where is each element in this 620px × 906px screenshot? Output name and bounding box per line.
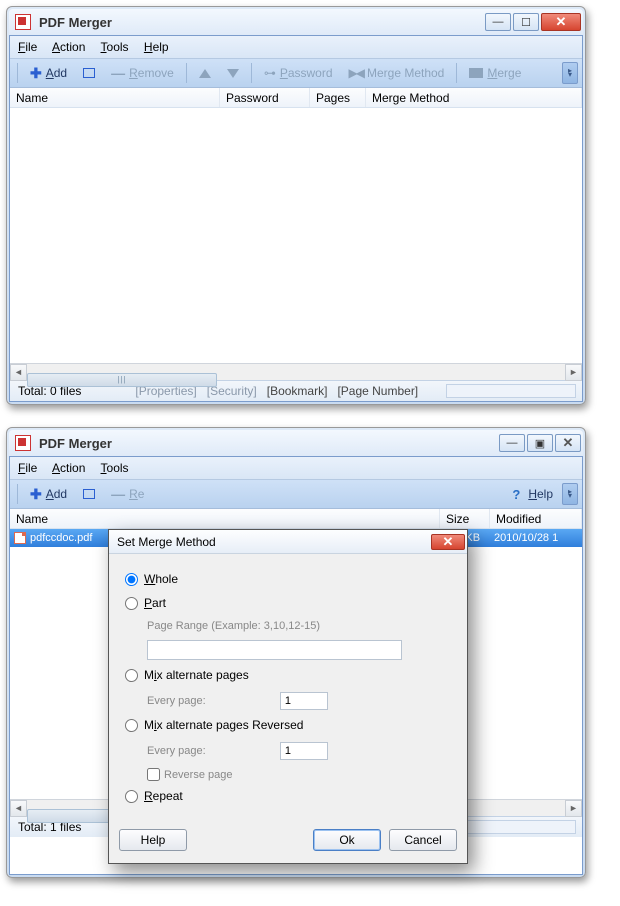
plus-icon: ✚: [30, 486, 42, 503]
merge-method-dialog: Set Merge Method ✕ Whole Part Page Range…: [108, 529, 468, 864]
col-merge-method[interactable]: Merge Method: [366, 88, 582, 107]
move-down-button[interactable]: [220, 62, 246, 84]
scroll-right[interactable]: ►: [565, 800, 582, 817]
h-scrollbar[interactable]: ◄ ||| ►: [10, 363, 582, 380]
col-password[interactable]: Password: [220, 88, 310, 107]
dialog-titlebar[interactable]: Set Merge Method ✕: [109, 530, 467, 554]
col-pages[interactable]: Pages: [310, 88, 366, 107]
folder-box-icon: [83, 489, 95, 499]
toolbar: ✚ Add — Remove ⊶ Password ▶◀ Merge Metho…: [10, 59, 582, 88]
main-window-with-dialog: PDF Merger — ▣ ✕ File Action Tools ✚ Add…: [6, 427, 586, 878]
minus-icon: —: [111, 486, 125, 502]
reverse-page-checkbox[interactable]: [147, 768, 160, 781]
toolbar: ✚ Add — Re ? Help ▸▾: [10, 480, 582, 509]
app-icon: [15, 435, 31, 451]
key-icon: ⊶: [264, 66, 276, 80]
every-page-label-2: Every page:: [147, 745, 206, 757]
remove-button[interactable]: — Re: [104, 483, 151, 505]
list-body-empty[interactable]: [10, 108, 582, 363]
col-name[interactable]: Name: [10, 509, 440, 528]
pdf-file-icon: [14, 532, 26, 544]
bowtie-icon: ▶◀: [349, 66, 363, 80]
radio-mix-alt-label: Mix alternate pages: [144, 668, 249, 682]
add-button[interactable]: ✚ Add: [23, 483, 74, 505]
add-folder-button[interactable]: [76, 62, 102, 84]
close-button[interactable]: ✕: [555, 434, 581, 452]
cell-modified: 2010/10/28 1: [494, 532, 558, 544]
plus-icon: ✚: [30, 65, 42, 82]
radio-whole[interactable]: [125, 573, 138, 586]
radio-part[interactable]: [125, 597, 138, 610]
menubar: File Action Tools: [10, 457, 582, 480]
radio-mix-alt-rev-label: Mix alternate pages Reversed: [144, 718, 303, 732]
minimize-button[interactable]: —: [499, 434, 525, 452]
scroll-right[interactable]: ►: [565, 364, 582, 381]
radio-repeat-label: Repeat: [144, 789, 183, 803]
reverse-page-label: Reverse page: [164, 769, 233, 781]
every-page-input-2[interactable]: [280, 742, 328, 760]
maximize-button[interactable]: ☐: [513, 13, 539, 31]
menu-file[interactable]: File: [18, 40, 37, 54]
menu-tools[interactable]: Tools: [101, 461, 129, 475]
dialog-cancel-button[interactable]: Cancel: [389, 829, 457, 851]
list-header: Name Password Pages Merge Method: [10, 88, 582, 108]
main-window-empty: PDF Merger — ☐ ✕ File Action Tools Help …: [6, 6, 586, 405]
triangle-down-icon: [227, 69, 239, 78]
move-up-button[interactable]: [192, 62, 218, 84]
toolbar-overflow[interactable]: ▸▾: [562, 62, 578, 84]
page-range-hint: Page Range (Example: 3,10,12-15): [147, 620, 451, 632]
radio-part-label: Part: [144, 596, 166, 610]
merge-button[interactable]: Merge: [462, 62, 528, 84]
app-icon: [15, 14, 31, 30]
radio-whole-label: Whole: [144, 572, 178, 586]
status-progress: [446, 384, 576, 398]
every-page-input-1[interactable]: [280, 692, 328, 710]
titlebar[interactable]: PDF Merger — ☐ ✕: [9, 9, 583, 35]
col-modified[interactable]: Modified: [490, 509, 582, 528]
status-page-number[interactable]: [Page Number]: [335, 384, 420, 398]
menubar: File Action Tools Help: [10, 36, 582, 59]
triangle-up-icon: [199, 69, 211, 78]
radio-mix-alt-rev[interactable]: [125, 719, 138, 732]
scroll-left[interactable]: ◄: [10, 364, 27, 381]
merge-method-button[interactable]: ▶◀ Merge Method: [342, 62, 452, 84]
menu-help[interactable]: Help: [144, 40, 169, 54]
password-button[interactable]: ⊶ Password: [257, 62, 340, 84]
status-bookmark[interactable]: [Bookmark]: [265, 384, 330, 398]
window-title: PDF Merger: [39, 436, 499, 451]
stack-icon: [469, 68, 483, 78]
file-list: Name Password Pages Merge Method: [10, 88, 582, 363]
toolbar-overflow[interactable]: ▸▾: [562, 483, 578, 505]
remove-button[interactable]: — Remove: [104, 62, 181, 84]
question-icon: ?: [512, 487, 520, 502]
menu-action[interactable]: Action: [52, 461, 85, 475]
window-title: PDF Merger: [39, 15, 485, 30]
help-button[interactable]: ? Help: [505, 483, 560, 505]
menu-tools[interactable]: Tools: [101, 40, 129, 54]
add-folder-button[interactable]: [76, 483, 102, 505]
dialog-close-button[interactable]: ✕: [431, 534, 465, 550]
menu-action[interactable]: Action: [52, 40, 85, 54]
dialog-help-button[interactable]: Help: [119, 829, 187, 851]
titlebar[interactable]: PDF Merger — ▣ ✕: [9, 430, 583, 456]
scroll-left[interactable]: ◄: [10, 800, 27, 817]
page-range-input[interactable]: [147, 640, 402, 660]
menu-file[interactable]: File: [18, 461, 37, 475]
list-header: Name Size Modified: [10, 509, 582, 529]
minimize-button[interactable]: —: [485, 13, 511, 31]
minus-icon: —: [111, 65, 125, 81]
folder-box-icon: [83, 68, 95, 78]
every-page-label-1: Every page:: [147, 695, 206, 707]
add-button[interactable]: ✚ Add: [23, 62, 74, 84]
maximize-button[interactable]: ▣: [527, 434, 553, 452]
radio-mix-alt[interactable]: [125, 669, 138, 682]
col-size[interactable]: Size: [440, 509, 490, 528]
dialog-ok-button[interactable]: Ok: [313, 829, 381, 851]
col-name[interactable]: Name: [10, 88, 220, 107]
radio-repeat[interactable]: [125, 790, 138, 803]
dialog-title-text: Set Merge Method: [117, 535, 216, 549]
close-button[interactable]: ✕: [541, 13, 581, 31]
